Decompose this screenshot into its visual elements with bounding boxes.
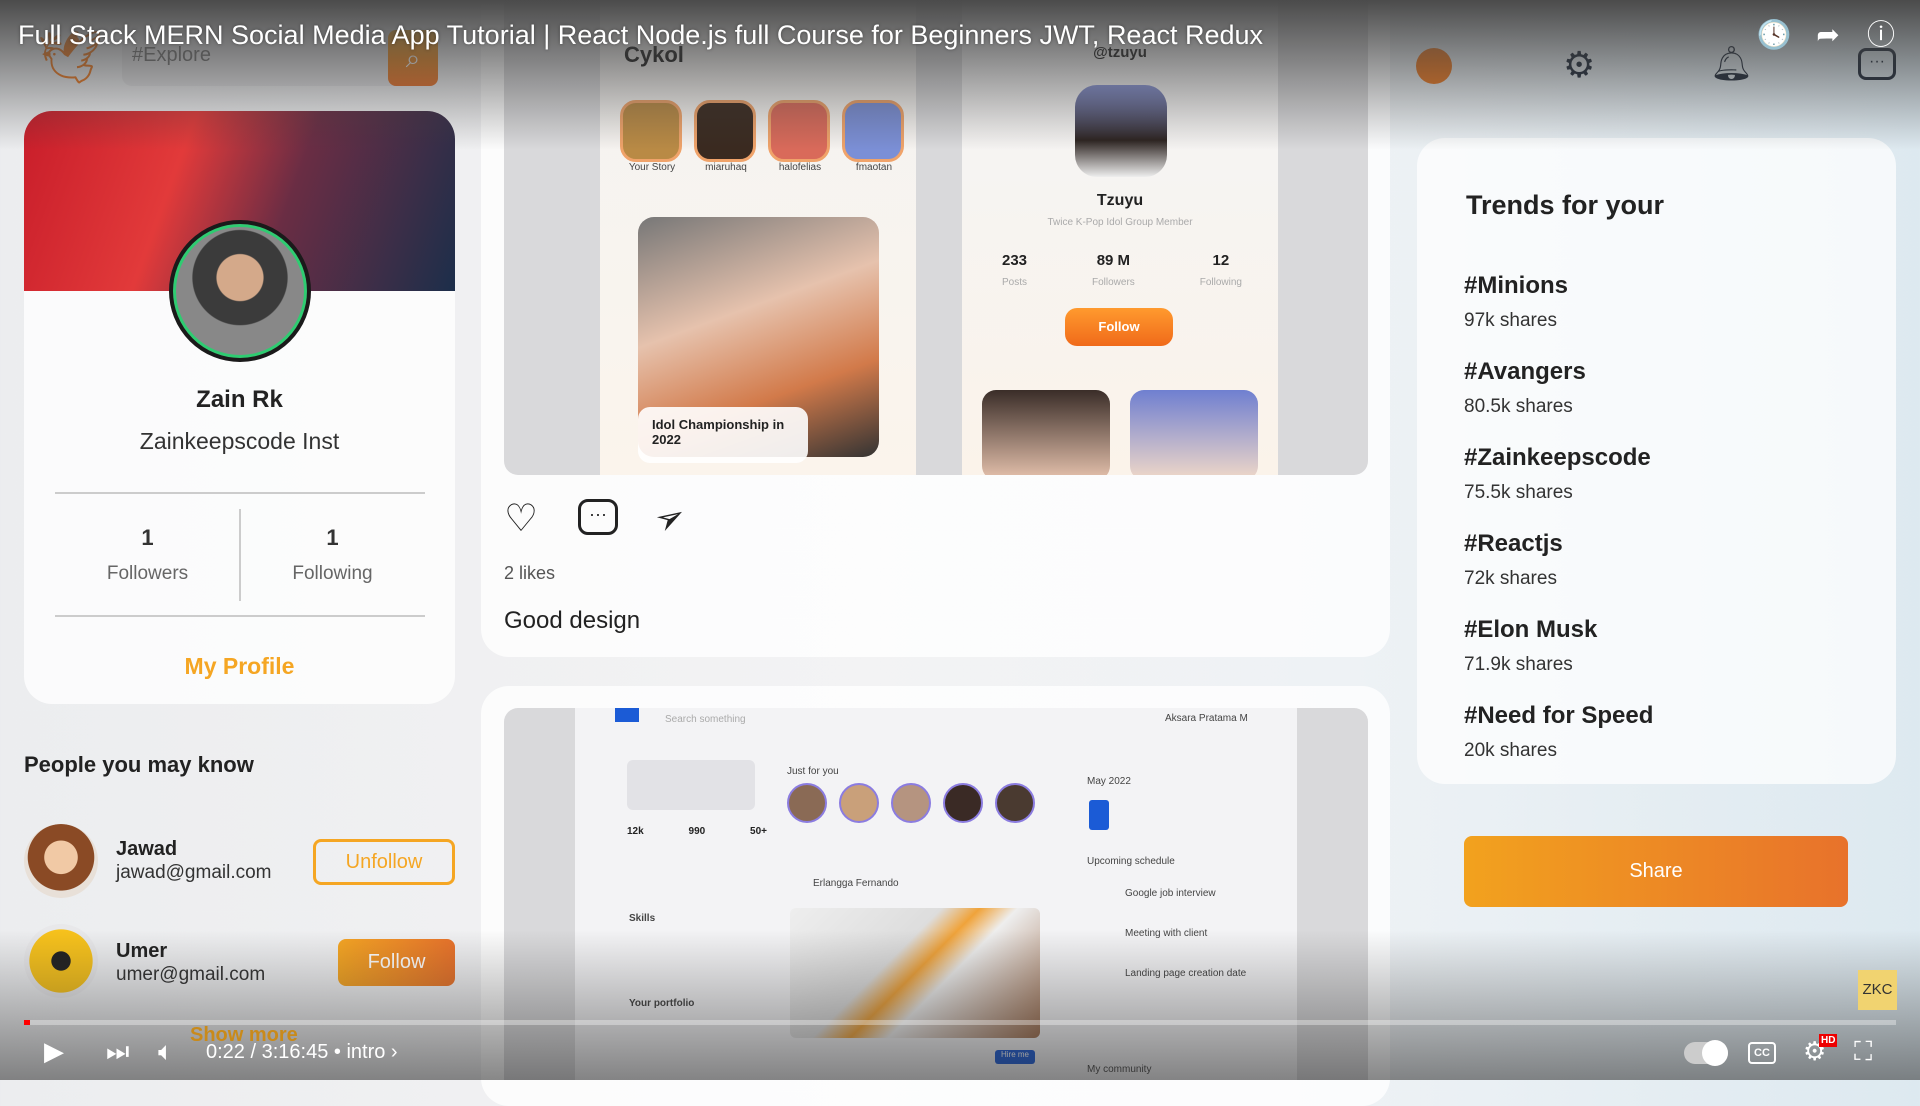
autoplay-toggle[interactable]: [1684, 1040, 1728, 1066]
share-arrow-icon[interactable]: ➦: [1810, 17, 1846, 53]
settings-icon[interactable]: ⚙ HD: [1803, 1034, 1838, 1067]
progress-bar[interactable]: [24, 1020, 1896, 1025]
time-display: 0:22 / 3:16:45 • intro ›: [206, 1041, 398, 1063]
share-button[interactable]: Share: [1464, 836, 1848, 907]
unfollow-button[interactable]: Unfollow: [313, 839, 455, 885]
post-caption: Good design: [504, 607, 641, 634]
like-heart-icon[interactable]: ♡: [504, 497, 538, 541]
person-name: Umer: [116, 940, 168, 962]
likes-count: 2 likes: [504, 563, 556, 583]
trend-item[interactable]: #Minions 97k shares: [1464, 272, 1653, 358]
my-profile-link[interactable]: My Profile: [24, 653, 455, 680]
divider: [55, 615, 425, 617]
profile-subtitle: Zainkeepscode Inst: [139, 428, 340, 454]
divider: [55, 492, 425, 494]
trend-item[interactable]: #Elon Musk 71.9k shares: [1464, 616, 1653, 702]
avatar[interactable]: [24, 824, 98, 898]
gear-icon[interactable]: ⚙: [1563, 44, 1595, 86]
person-email: jawad@gmail.com: [116, 862, 272, 883]
time: 0:22 / 3:16:45: [206, 1041, 329, 1063]
chapter-label[interactable]: intro: [346, 1041, 385, 1063]
people-heading: People you may know: [24, 752, 254, 777]
watch-later-icon[interactable]: 🕓: [1756, 17, 1792, 53]
followers-count: 1: [141, 525, 154, 550]
trend-item[interactable]: #Zainkeepscode 75.5k shares: [1464, 444, 1653, 530]
info-icon[interactable]: ⓘ: [1863, 17, 1899, 53]
next-icon[interactable]: ⏭: [106, 1036, 129, 1068]
channel-watermark[interactable]: ZKC: [1858, 970, 1897, 1010]
bell-icon[interactable]: 🔔︎: [1710, 44, 1753, 84]
trend-list: #Minions 97k shares #Avangers 80.5k shares…: [1464, 272, 1653, 788]
home-icon[interactable]: [1416, 48, 1452, 84]
profile-card: Zain Rk Zainkeepscode Inst 1 Followers 1…: [24, 111, 455, 704]
play-icon[interactable]: ▶: [44, 1036, 64, 1067]
trend-item[interactable]: #Need for Speed 20k shares: [1464, 702, 1653, 788]
follow-button[interactable]: Follow: [338, 939, 455, 986]
trends-card: Trends for your #Minions 97k shares #Avan…: [1417, 138, 1896, 784]
person-email: umer@gmail.com: [116, 964, 266, 985]
profile-name: Zain Rk: [196, 386, 283, 413]
followers-label: Followers: [106, 563, 189, 584]
following-count: 1: [326, 525, 339, 550]
trend-item[interactable]: #Avangers 80.5k shares: [1464, 358, 1653, 444]
video-title[interactable]: Full Stack MERN Social Media App Tutoria…: [18, 20, 1263, 51]
avatar[interactable]: [24, 924, 98, 998]
comment-icon[interactable]: ···: [578, 499, 618, 535]
exit-fullscreen-icon[interactable]: ⛶: [1854, 1036, 1872, 1068]
following-stat: 1 Following: [240, 525, 425, 585]
trends-title: Trends for your: [1466, 190, 1665, 220]
mock-phone-profile: @tzuyu Tzuyu Twice K-Pop Idol Group Memb…: [962, 0, 1278, 475]
mock-stories: Your Story miaruhaq halofelias fmaotan: [620, 100, 906, 173]
mock-phone-feed: Cykol Your Story miaruhaq halofelias fma…: [600, 0, 916, 475]
volume-icon[interactable]: 🔈︎: [158, 1036, 174, 1068]
trend-item[interactable]: #Reactjs 72k shares: [1464, 530, 1653, 616]
mock-feature-photo: Idol Championship in 2022: [638, 217, 879, 463]
person-name: Jawad: [116, 838, 178, 860]
post-image: Cykol Your Story miaruhaq halofelias fma…: [504, 0, 1368, 475]
captions-icon[interactable]: CC: [1748, 1042, 1776, 1064]
avatar[interactable]: [169, 220, 311, 362]
followers-stat: 1 Followers: [55, 525, 240, 585]
following-label: Following: [292, 563, 373, 584]
